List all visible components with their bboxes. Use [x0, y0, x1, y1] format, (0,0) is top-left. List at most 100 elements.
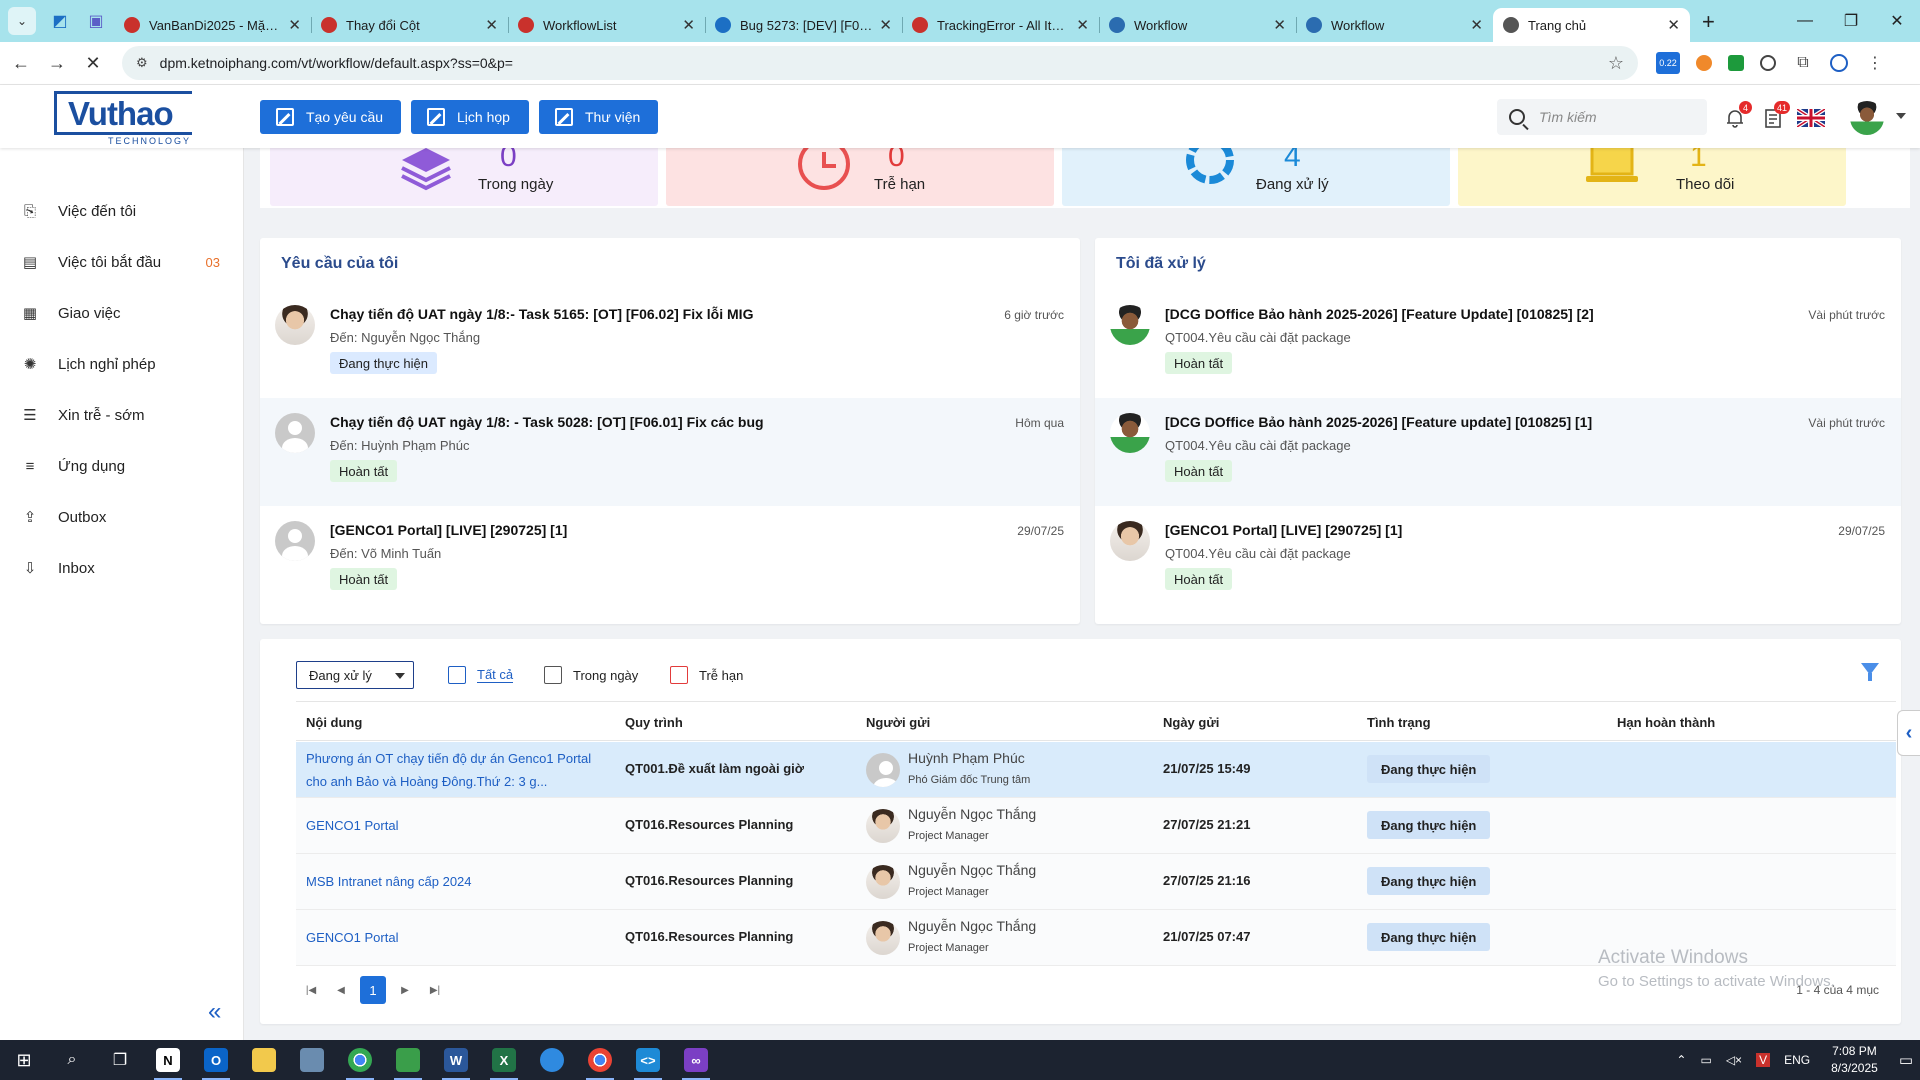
browser-menu-icon[interactable]: ⋮ [1864, 52, 1886, 74]
volume-icon[interactable]: ◁× [1726, 1053, 1742, 1067]
tab-all[interactable]: Tất cả [448, 663, 514, 687]
close-tab-icon[interactable]: ✕ [879, 16, 892, 34]
col-sender[interactable]: Người gửi [866, 715, 930, 730]
search-box[interactable]: Tìm kiếm [1497, 99, 1707, 135]
col-status[interactable]: Tình trạng [1367, 715, 1431, 730]
sidebar-item[interactable]: ≡ Ứng dụng [20, 453, 220, 479]
browser-tab[interactable]: Workflow ✕ [1296, 8, 1493, 42]
close-tab-icon[interactable]: ✕ [485, 16, 498, 34]
request-title[interactable]: [GENCO1 Portal] [LIVE] [290725] [1] [1165, 522, 1402, 538]
browser-tab[interactable]: Bug 5273: [DEV] [F06.02] ✕ [705, 8, 902, 42]
taskbar-explorer[interactable] [240, 1040, 288, 1080]
sidebar-item[interactable]: ⇪ Outbox [20, 504, 220, 530]
sidebar-item[interactable]: ▤ Việc tôi bắt đầu 03 [20, 249, 220, 275]
create-request-button[interactable]: Tạo yêu cầu [260, 100, 401, 134]
documents-button[interactable]: 41 [1762, 101, 1790, 129]
sidebar-item[interactable]: ☰ Xin trễ - sớm [20, 402, 220, 428]
taskbar-visual-studio[interactable]: ∞ [672, 1040, 720, 1080]
close-tab-icon[interactable]: ✕ [1667, 16, 1680, 34]
user-avatar[interactable] [1850, 101, 1884, 135]
taskbar-excel[interactable]: X [480, 1040, 528, 1080]
taskbar-network[interactable] [288, 1040, 336, 1080]
request-title[interactable]: Chạy tiến độ UAT ngày 1/8:- Task 5165: [… [330, 306, 753, 322]
taskbar-chrome-1[interactable] [336, 1040, 384, 1080]
meeting-schedule-button[interactable]: Lịch họp [411, 100, 529, 134]
minimize-icon[interactable]: — [1782, 12, 1828, 30]
browser-tab[interactable]: TrackingError - All Items ✕ [902, 8, 1099, 42]
forward-icon[interactable]: → [42, 53, 72, 74]
tray-expand-icon[interactable]: ⌃ [1676, 1053, 1686, 1067]
request-title[interactable]: [DCG DOffice Bảo hành 2025-2026] [Featur… [1165, 306, 1594, 322]
taskbar-notion[interactable]: N [144, 1040, 192, 1080]
chevron-down-icon[interactable] [1896, 113, 1906, 119]
row-content-link[interactable]: Phương án OT chạy tiến độ dự án Genco1 P… [306, 747, 606, 793]
row-content-link[interactable]: GENCO1 Portal [306, 814, 606, 837]
request-title[interactable]: [DCG DOffice Bảo hành 2025-2026] [Featur… [1165, 414, 1592, 430]
extensions-puzzle-icon[interactable]: ⧉ [1792, 52, 1814, 74]
language-indicator[interactable]: ENG [1784, 1053, 1810, 1067]
first-page-icon[interactable]: |◀ [296, 985, 326, 996]
sidebar-item[interactable]: ✺ Lịch nghỉ phép [20, 351, 220, 377]
search-input[interactable]: Tìm kiếm [1539, 109, 1597, 125]
uk-flag-icon[interactable] [1797, 109, 1825, 127]
status-filter-select[interactable]: Đang xử lý [296, 661, 414, 689]
tab-overdue[interactable]: Trễ hạn [670, 663, 743, 687]
close-tab-icon[interactable]: ✕ [288, 16, 301, 34]
start-button[interactable]: ⊞ [0, 1040, 48, 1080]
prev-page-icon[interactable]: ◀ [326, 985, 356, 996]
row-content-link[interactable]: GENCO1 Portal [306, 926, 606, 949]
antivirus-icon[interactable]: V [1756, 1053, 1771, 1067]
expand-panel-icon[interactable]: ‹ [1897, 710, 1920, 756]
col-date[interactable]: Ngày gửi [1163, 715, 1219, 730]
next-page-icon[interactable]: ▶ [390, 985, 420, 996]
sidebar-item[interactable]: ⇩ Inbox [20, 555, 220, 581]
notifications-button[interactable]: 4 [1724, 101, 1752, 129]
back-icon[interactable]: ← [6, 53, 36, 74]
request-title[interactable]: Chạy tiến độ UAT ngày 1/8: - Task 5028: … [330, 414, 764, 430]
browser-tab[interactable]: Trang chủ ✕ [1493, 8, 1690, 42]
table-row[interactable]: MSB Intranet nâng cấp 2024 QT016.Resource… [296, 854, 1896, 910]
stat-today[interactable]: 0 Trong ngày [270, 148, 658, 206]
page-1-button[interactable]: 1 [360, 976, 386, 1004]
url-text[interactable]: dpm.ketnoiphang.com/vt/workflow/default.… [160, 55, 1608, 71]
request-row[interactable]: Chạy tiến độ UAT ngày 1/8:- Task 5165: [… [260, 290, 1080, 398]
request-row[interactable]: [DCG DOffice Bảo hành 2025-2026] [Featur… [1095, 398, 1901, 506]
library-button[interactable]: Thư viện [539, 100, 658, 134]
row-content-link[interactable]: MSB Intranet nâng cấp 2024 [306, 870, 606, 893]
site-info-icon[interactable]: ⚙ [136, 55, 148, 71]
stat-following[interactable]: 1 Theo dõi [1458, 148, 1846, 206]
taskbar-chrome-2[interactable] [576, 1040, 624, 1080]
network-tray-icon[interactable]: ▭ [1700, 1053, 1711, 1067]
close-window-icon[interactable]: ✕ [1874, 11, 1920, 31]
close-tab-icon[interactable]: ✕ [1273, 16, 1286, 34]
tab-today[interactable]: Trong ngày [544, 663, 638, 687]
pinned-tab-teams[interactable]: ▣ [78, 5, 114, 37]
table-row[interactable]: GENCO1 Portal QT016.Resources Planning Ngu… [296, 798, 1896, 854]
collapse-sidebar-icon[interactable]: « [208, 998, 221, 1026]
col-process[interactable]: Quy trình [625, 715, 683, 730]
sidebar-item[interactable]: ▦ Giao việc [20, 300, 220, 326]
address-bar[interactable]: ⚙ dpm.ketnoiphang.com/vt/workflow/defaul… [122, 46, 1638, 80]
taskbar-notepad[interactable] [384, 1040, 432, 1080]
close-tab-icon[interactable]: ✕ [1076, 16, 1089, 34]
filter-icon[interactable] [1861, 663, 1879, 681]
taskbar-outlook[interactable]: O [192, 1040, 240, 1080]
last-page-icon[interactable]: ▶| [420, 985, 450, 996]
taskbar-vscode[interactable]: <> [624, 1040, 672, 1080]
profile-icon[interactable] [1830, 54, 1848, 72]
col-deadline[interactable]: Hạn hoàn thành [1617, 715, 1715, 730]
stat-overdue[interactable]: 0 Trễ hạn [666, 148, 1054, 206]
browser-tab[interactable]: Workflow ✕ [1099, 8, 1296, 42]
taskbar-search-button[interactable]: ⌕ [48, 1040, 96, 1080]
vuthao-logo[interactable]: Vuthao TECHNOLOGY [54, 91, 192, 146]
taskbar-word[interactable]: W [432, 1040, 480, 1080]
clock[interactable]: 7:08 PM 8/3/2025 [1831, 1043, 1878, 1077]
request-row[interactable]: [DCG DOffice Bảo hành 2025-2026] [Featur… [1095, 290, 1901, 398]
extension-green-icon[interactable] [1728, 55, 1744, 71]
col-content[interactable]: Nội dung [306, 715, 362, 730]
close-tab-icon[interactable]: ✕ [1470, 16, 1483, 34]
close-tab-icon[interactable]: ✕ [682, 16, 695, 34]
browser-tab[interactable]: Thay đổi Cột ✕ [311, 8, 508, 42]
request-row[interactable]: Chạy tiến độ UAT ngày 1/8: - Task 5028: … [260, 398, 1080, 506]
new-tab-button[interactable]: + [1702, 9, 1715, 35]
